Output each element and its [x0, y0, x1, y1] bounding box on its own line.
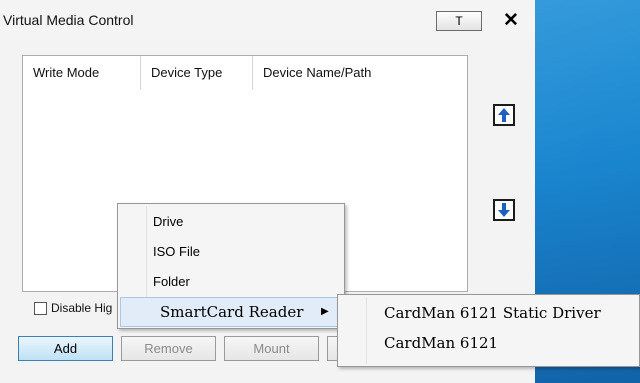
menu-item-smartcard-reader[interactable]: SmartCard Reader ▶: [120, 297, 342, 327]
column-header-device-type[interactable]: Device Type: [141, 56, 253, 90]
column-header-write-mode[interactable]: Write Mode: [23, 56, 141, 90]
submenu-item-cardman[interactable]: CardMan 6121: [340, 329, 638, 359]
menu-item-folder[interactable]: Folder: [120, 267, 342, 297]
submenu-item-label: CardMan 6121: [384, 334, 499, 352]
disable-checkbox[interactable]: [34, 302, 47, 315]
arrow-up-icon: [498, 108, 510, 122]
submenu-item-cardman-static-driver[interactable]: CardMan 6121 Static Driver: [340, 299, 638, 329]
remove-button[interactable]: Remove: [121, 336, 216, 361]
pin-button[interactable]: T: [436, 11, 482, 31]
arrow-down-icon: [498, 203, 510, 217]
menu-item-label: ISO File: [153, 244, 200, 259]
menu-item-label: Drive: [153, 214, 184, 229]
title-bar[interactable]: Virtual Media Control T ✕: [0, 0, 535, 40]
add-context-menu: Drive ISO File Folder SmartCard Reader ▶: [117, 203, 345, 329]
menu-item-iso-file[interactable]: ISO File: [120, 237, 342, 267]
mount-button[interactable]: Mount: [224, 336, 319, 361]
smartcard-submenu: CardMan 6121 Static Driver CardMan 6121: [337, 294, 640, 367]
add-button[interactable]: Add: [18, 336, 113, 361]
column-header-device-name-path[interactable]: Device Name/Path: [253, 56, 467, 90]
move-down-button[interactable]: [493, 199, 515, 221]
close-button[interactable]: ✕: [497, 10, 525, 32]
window-title: Virtual Media Control: [3, 12, 134, 28]
disable-checkbox-label: Disable Hig: [51, 301, 113, 315]
submenu-arrow-icon: ▶: [321, 306, 329, 317]
submenu-item-label: CardMan 6121 Static Driver: [384, 304, 601, 322]
menu-item-label: SmartCard Reader: [160, 303, 304, 321]
menu-item-label: Folder: [153, 274, 190, 289]
table-header: Write Mode Device Type Device Name/Path: [23, 56, 467, 90]
menu-item-drive[interactable]: Drive: [120, 207, 342, 237]
move-up-button[interactable]: [493, 104, 515, 126]
